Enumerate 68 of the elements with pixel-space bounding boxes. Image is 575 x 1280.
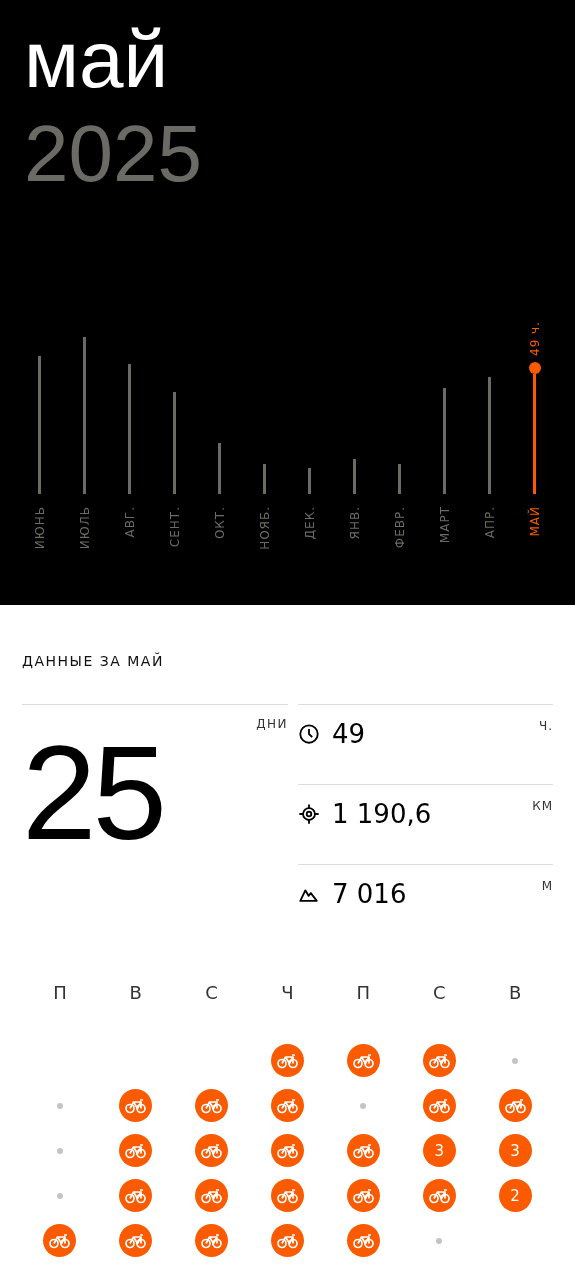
target-icon — [298, 803, 320, 825]
ride-day-icon[interactable] — [346, 1179, 380, 1212]
rest-day-dot — [56, 1102, 63, 1109]
clock-icon — [298, 723, 320, 745]
ride-day-icon[interactable] — [498, 1089, 532, 1122]
ride-day-icon[interactable] — [119, 1179, 153, 1212]
rest-day-dot — [436, 1237, 443, 1244]
stat-unit: Ч. — [538, 719, 553, 733]
weekday-label: Ч — [280, 981, 295, 1005]
month-label[interactable]: СЕНТ. — [167, 506, 182, 548]
month-label[interactable]: МАРТ — [437, 506, 452, 544]
year-title: 2025 — [24, 108, 203, 200]
month-bar[interactable] — [398, 463, 401, 494]
ride-day-icon[interactable] — [195, 1224, 229, 1257]
month-label[interactable]: ДЕК. — [302, 506, 317, 540]
ride-day-icon[interactable] — [195, 1179, 229, 1212]
month-label[interactable]: ИЮЛЬ — [77, 506, 92, 550]
ride-day-icon[interactable] — [271, 1134, 304, 1167]
weekday-label: П — [52, 981, 68, 1005]
section-title: ДАННЫЕ ЗА МАЙ — [22, 653, 165, 669]
rest-day-dot — [360, 1102, 367, 1109]
ride-day-icon[interactable] — [119, 1224, 153, 1257]
days-value: 25 — [22, 726, 165, 860]
ride-day-icon[interactable] — [195, 1089, 229, 1122]
month-label[interactable]: АВГ. — [122, 506, 137, 538]
ride-day-icon[interactable] — [422, 1179, 456, 1212]
ride-day-icon[interactable] — [422, 1089, 456, 1122]
stat-unit: КМ — [532, 799, 553, 813]
stat-value: 7 016 — [332, 879, 408, 909]
weekday-label: В — [128, 981, 143, 1005]
ride-day-icon[interactable] — [271, 1224, 304, 1257]
stat-value: 49 — [332, 719, 367, 749]
ride-day-icon[interactable] — [119, 1089, 153, 1122]
weekday-label: П — [355, 981, 372, 1005]
month-label[interactable]: НОЯБ. — [257, 506, 272, 550]
weekday-label: С — [431, 981, 447, 1005]
hours-label: 49 ч. — [527, 321, 542, 356]
month-bar[interactable] — [263, 463, 266, 494]
weekday-label: С — [204, 981, 219, 1005]
ride-count[interactable]: 2 — [498, 1179, 532, 1212]
ride-day-icon[interactable] — [271, 1179, 304, 1212]
ride-day-icon[interactable] — [195, 1134, 229, 1167]
ride-day-icon[interactable] — [422, 1044, 456, 1077]
ride-count[interactable]: 3 — [498, 1134, 532, 1167]
rest-day-dot — [512, 1057, 519, 1064]
month-label[interactable]: ОКТ. — [212, 506, 227, 540]
ride-count[interactable]: 3 — [422, 1134, 456, 1167]
ride-day-icon[interactable] — [346, 1044, 380, 1077]
rest-day-dot — [56, 1147, 63, 1154]
ride-day-icon[interactable] — [43, 1224, 77, 1257]
month-label[interactable]: ЯНВ. — [347, 506, 362, 540]
month-label[interactable]: МАЙ — [527, 506, 542, 537]
ride-day-icon[interactable] — [346, 1224, 380, 1257]
days-unit: ДНИ — [256, 717, 288, 731]
ride-day-icon[interactable] — [271, 1044, 304, 1077]
ride-day-icon[interactable] — [119, 1134, 153, 1167]
ride-day-icon[interactable] — [271, 1089, 304, 1122]
month-title: май — [24, 14, 170, 106]
stat-unit: М — [541, 879, 553, 893]
month-label[interactable]: ИЮНЬ — [32, 506, 47, 550]
rest-day-dot — [56, 1192, 63, 1199]
month-bar[interactable] — [353, 458, 356, 494]
month-label[interactable]: ФЕВР. — [392, 506, 407, 549]
stat-value: 1 190,6 — [332, 799, 433, 829]
month-label[interactable]: АПР. — [482, 506, 497, 539]
ride-day-icon[interactable] — [346, 1134, 380, 1167]
selected-dot-icon — [528, 362, 541, 374]
weekday-label: В — [507, 981, 523, 1005]
